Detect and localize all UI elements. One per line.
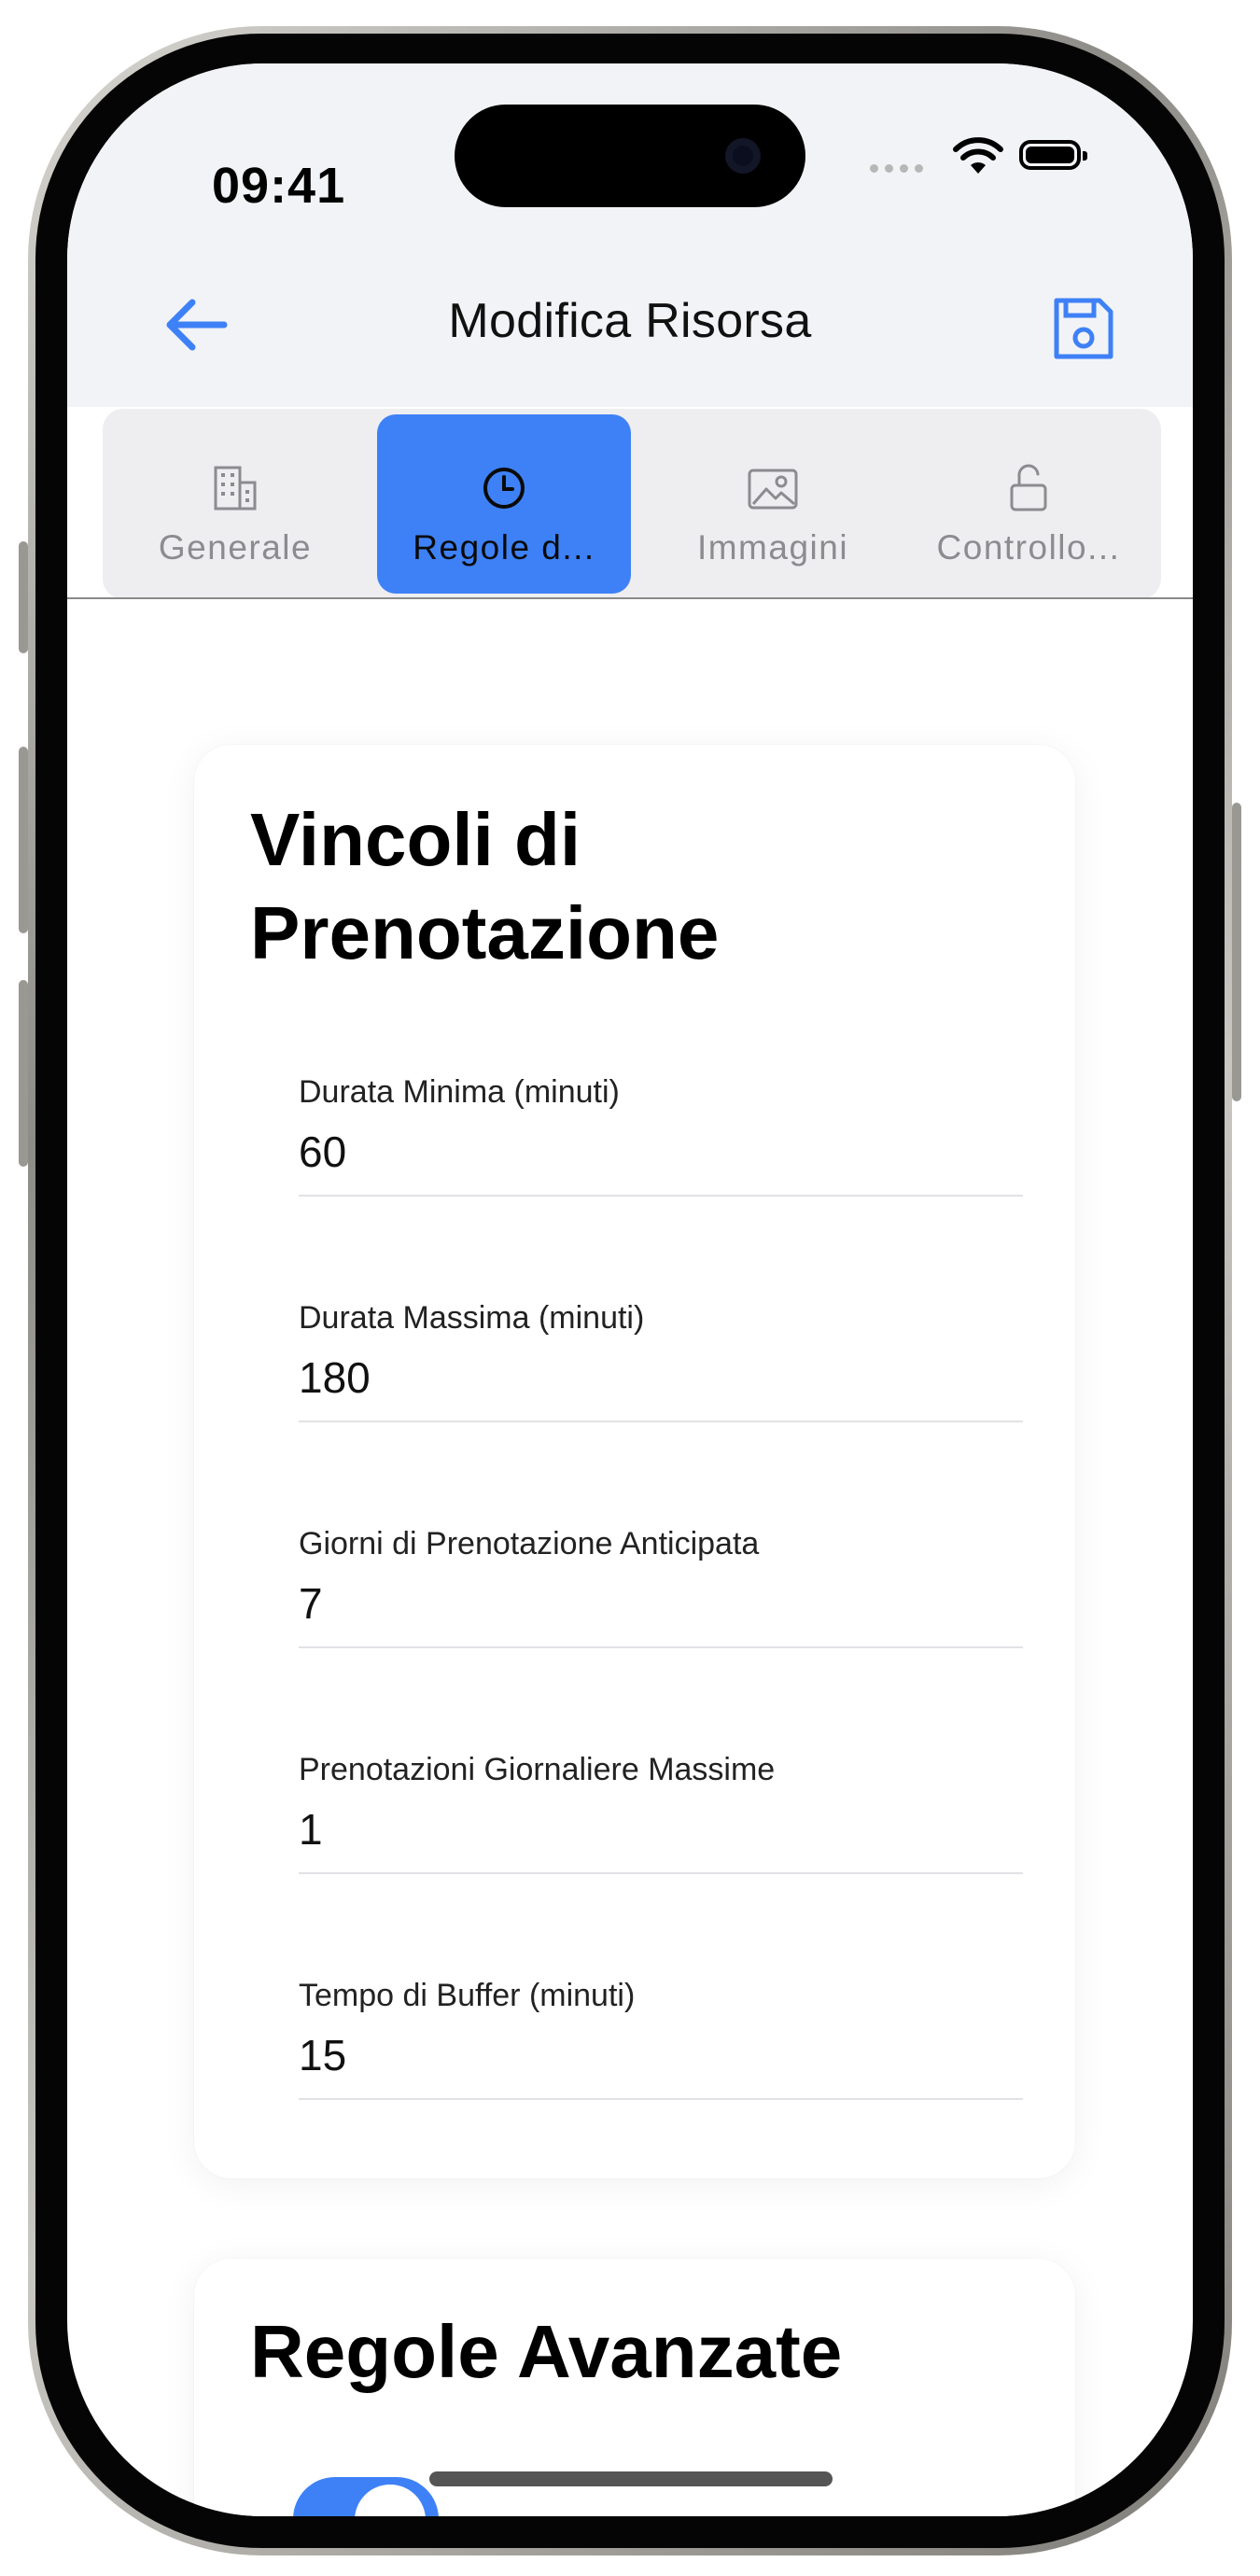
tab-label: Regole d... <box>413 528 595 567</box>
power-button <box>1232 803 1241 1101</box>
tab-label: Controllo... <box>936 528 1121 567</box>
dynamic-island <box>455 105 805 207</box>
field-value[interactable]: 60 <box>299 1127 1023 1176</box>
field-label: Giorni di Prenotazione Anticipata <box>299 1526 760 1561</box>
floppy-disk-icon[interactable] <box>1045 291 1120 366</box>
field-underline <box>299 1421 1023 1422</box>
field-label: Prenotazioni Giornaliere Massime <box>299 1752 776 1787</box>
camera-icon <box>725 138 761 174</box>
lock-open-icon <box>1008 463 1049 513</box>
screen: 09:41 Modifica Risorsa Generale Regole d… <box>67 63 1193 2516</box>
min-duration-field[interactable]: Durata Minima (minuti) 60 <box>299 1073 1023 1197</box>
card-title: Regole Avanzate <box>250 2310 843 2393</box>
tab-generale[interactable]: Generale <box>108 414 362 594</box>
action-button <box>19 541 28 653</box>
cellular-signal-icon <box>870 164 923 173</box>
tab-regole[interactable]: Regole d... <box>377 414 631 594</box>
advance-booking-days-field[interactable]: Giorni di Prenotazione Anticipata 7 <box>299 1525 1023 1648</box>
volume-down-button <box>19 980 28 1167</box>
field-value[interactable]: 180 <box>299 1353 1023 1402</box>
field-underline <box>299 2098 1023 2100</box>
advanced-rule-toggle[interactable] <box>293 2477 439 2516</box>
clock-icon <box>481 463 527 513</box>
home-indicator[interactable] <box>429 2471 833 2486</box>
field-value[interactable]: 7 <box>299 1579 1023 1628</box>
tab-immagini[interactable]: Immagini <box>646 414 900 594</box>
max-daily-bookings-field[interactable]: Prenotazioni Giornaliere Massime 1 <box>299 1751 1023 1874</box>
wifi-icon <box>953 137 1003 174</box>
building-icon <box>212 463 259 513</box>
tab-controllo[interactable]: Controllo... <box>902 414 1155 594</box>
field-value[interactable]: 15 <box>299 2031 1023 2079</box>
battery-icon <box>1019 140 1087 170</box>
volume-up-button <box>19 747 28 933</box>
image-icon <box>746 463 800 513</box>
constraints-card: Vincoli di Prenotazione Durata Minima (m… <box>194 745 1075 2178</box>
card-title: Vincoli di Prenotazione <box>250 798 720 974</box>
max-duration-field[interactable]: Durata Massima (minuti) 180 <box>299 1299 1023 1422</box>
page-title: Modifica Risorsa <box>448 294 812 348</box>
tab-label: Immagini <box>696 528 849 567</box>
field-underline <box>299 1646 1023 1648</box>
field-label: Tempo di Buffer (minuti) <box>299 1978 636 2013</box>
field-label: Durata Massima (minuti) <box>299 1300 645 1336</box>
tab-bar: Generale Regole d... Immagini Controllo.… <box>103 409 1161 599</box>
toggle-knob <box>355 2485 426 2516</box>
divider <box>67 597 1193 599</box>
field-underline <box>299 1195 1023 1197</box>
tab-label: Generale <box>158 528 313 567</box>
status-time: 09:41 <box>212 158 346 214</box>
field-label: Durata Minima (minuti) <box>299 1074 620 1110</box>
field-value[interactable]: 1 <box>299 1805 1023 1854</box>
buffer-time-field[interactable]: Tempo di Buffer (minuti) 15 <box>299 1977 1023 2100</box>
field-underline <box>299 1872 1023 1874</box>
